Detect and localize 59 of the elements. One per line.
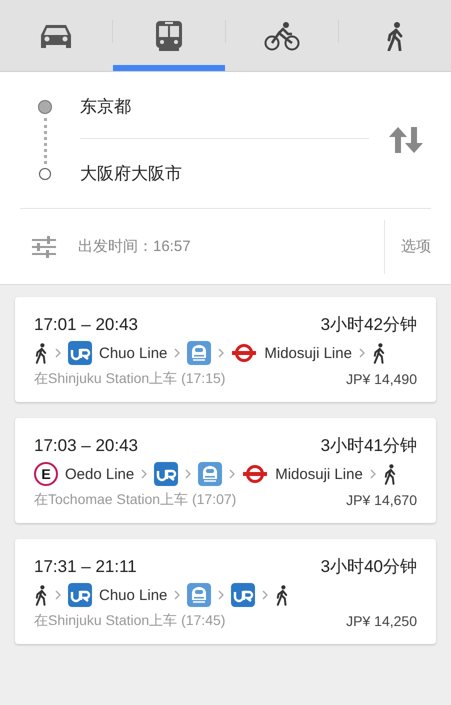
boarding-info: 在Tochomae Station上车 (17:07) xyxy=(34,491,236,509)
chevron-icon xyxy=(262,590,268,600)
walking-icon xyxy=(382,462,397,486)
walking-icon xyxy=(34,341,48,365)
destination-field[interactable]: 大阪府大阪市 xyxy=(80,156,369,190)
train-icon xyxy=(187,341,212,365)
chevron-icon xyxy=(218,348,224,358)
line-name: Chuo Line xyxy=(99,586,168,604)
walking-icon xyxy=(385,20,405,50)
route-duration: 3小时42分钟 xyxy=(320,314,417,336)
chevron-icon xyxy=(185,469,192,479)
sliders-icon[interactable] xyxy=(32,236,56,258)
subway-logo-icon xyxy=(242,464,268,484)
bicycle-icon xyxy=(264,20,300,50)
destination-ring-icon xyxy=(39,168,51,180)
fare: JP¥ 14,670 xyxy=(346,492,417,508)
departure-time[interactable]: 出发时间：16:57 xyxy=(78,237,384,256)
walking-icon xyxy=(275,583,290,607)
chevron-icon xyxy=(229,469,236,479)
dotted-line xyxy=(44,118,46,164)
chevron-icon xyxy=(218,590,224,600)
chevron-icon xyxy=(370,469,376,479)
rail-logo-icon xyxy=(231,583,256,607)
route-times: 17:01 – 20:43 xyxy=(34,314,138,334)
line-name: Oedo Line xyxy=(65,466,134,482)
fare: JP¥ 14,490 xyxy=(346,371,417,387)
line-name: Midosuji Line xyxy=(264,344,352,362)
origin-dot-icon xyxy=(38,100,52,114)
line-name: Midosuji Line xyxy=(275,466,363,482)
line-badge: E xyxy=(34,462,58,486)
rail-logo-icon xyxy=(68,341,92,365)
walking-icon xyxy=(34,583,48,607)
train-icon xyxy=(187,583,212,607)
chevron-icon xyxy=(174,348,180,358)
route-times: 17:03 – 20:43 xyxy=(34,436,138,456)
subway-logo-icon xyxy=(231,343,258,363)
chevron-icon xyxy=(174,590,180,600)
rail-logo-icon xyxy=(68,583,92,607)
rail-logo-icon xyxy=(154,462,178,486)
swap-icon[interactable] xyxy=(389,127,423,153)
origin-field[interactable]: 东京都 xyxy=(80,90,369,124)
fare: JP¥ 14,250 xyxy=(346,613,417,629)
options-button[interactable]: 选项 xyxy=(384,220,431,274)
route-duration: 3小时41分钟 xyxy=(320,435,417,457)
walking-icon xyxy=(372,341,386,365)
line-name: Chuo Line xyxy=(99,344,168,362)
route-card[interactable]: 17:31 – 21:11 3小时40分钟 Chuo Line 在Shinjuku Station上车 (17:45) JP¥ 14,250 xyxy=(15,539,436,644)
chevron-icon xyxy=(358,348,365,358)
chevron-icon xyxy=(55,348,61,358)
route-card[interactable]: 17:03 – 20:43 3小时41分钟 E Oedo Line Midosuji Line 在Tochomae Station上车 (17:07) JP¥ 14,670 xyxy=(15,418,436,523)
route-card[interactable]: 17:01 – 20:43 3小时42分钟 Chuo Line Midosuji Line 在Shinjuku Station上车 (17:15) JP¥ 14,490 xyxy=(15,297,436,402)
route-times: 17:31 – 21:11 xyxy=(34,556,137,576)
train-icon xyxy=(198,462,222,486)
chevron-icon xyxy=(141,469,148,479)
bus-icon xyxy=(155,20,183,52)
route-duration: 3小时40分钟 xyxy=(320,556,417,578)
chevron-icon xyxy=(55,590,61,600)
boarding-info: 在Shinjuku Station上车 (17:15) xyxy=(34,370,226,388)
boarding-info: 在Shinjuku Station上车 (17:45) xyxy=(34,612,226,630)
